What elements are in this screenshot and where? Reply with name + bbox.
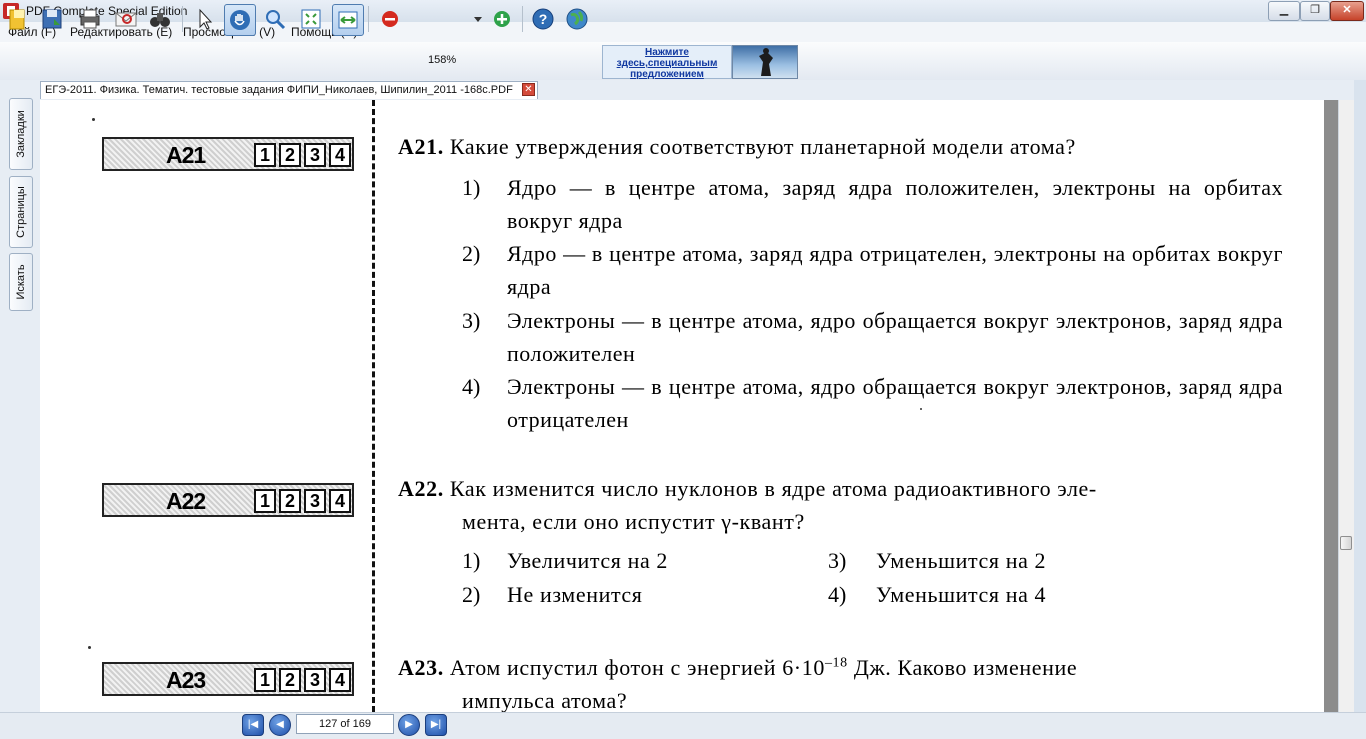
hand-icon[interactable] (224, 4, 256, 36)
window-edge (1354, 80, 1366, 712)
option-text: Ядро — в центре атома, заряд ядра отрица… (507, 241, 1283, 299)
cut-line (372, 100, 375, 712)
answer-cell: 1 (254, 143, 276, 167)
option-text: Уменьшится на 2 (876, 548, 1047, 573)
tab-search-label: Искать (15, 264, 27, 300)
answer-cell: 2 (279, 668, 301, 692)
email-icon[interactable] (112, 5, 140, 33)
answer-cell: 3 (304, 668, 326, 692)
answer-cell: 1 (254, 489, 276, 513)
answer-cell: 4 (329, 668, 351, 692)
toolbar-separator (368, 6, 369, 32)
answer-box-label: A23 (166, 667, 206, 693)
maximize-button[interactable]: ❐ (1300, 1, 1330, 21)
zoom-out-icon[interactable] (376, 5, 404, 33)
minimize-button[interactable]: ▁ (1268, 1, 1300, 21)
question-a21: A21. Какие утверждения соответствуют пла… (398, 134, 1076, 160)
promo-line: здесь,специальным (616, 58, 718, 69)
zoom-in-icon[interactable] (488, 5, 516, 33)
page-number-input[interactable]: 127 of 169 (296, 714, 394, 734)
pdf-page: A21 1 2 3 4 A22 1 2 3 4 A23 1 2 3 4 A21.… (40, 100, 1324, 712)
toolbar-separator (182, 6, 183, 32)
question-a22: A22. Как изменится число нуклонов в ядре… (398, 476, 1097, 502)
promo-banner-link[interactable]: Нажмите здесь,специальным предложением (602, 45, 732, 80)
answer-cell: 1 (254, 668, 276, 692)
answer-box-a23: A23 1 2 3 4 (102, 662, 354, 696)
find-icon[interactable] (146, 5, 174, 33)
answer-cell: 3 (304, 143, 326, 167)
question-number: A21. (398, 134, 444, 159)
document-tab-label: ЕГЭ-2011. Физика. Тематич. тестовые зада… (45, 84, 513, 96)
option-number: 1) (462, 548, 481, 573)
answer-box-label: A21 (166, 142, 206, 168)
save-icon[interactable] (38, 5, 66, 33)
close-button[interactable]: ✕ (1330, 1, 1364, 21)
svg-text:?: ? (539, 11, 548, 27)
globe-icon[interactable] (563, 5, 591, 33)
document-tab[interactable]: ЕГЭ-2011. Физика. Тематич. тестовые зада… (40, 81, 538, 99)
option-number: 2) (462, 241, 481, 266)
toolbar-separator (522, 6, 523, 32)
option-number: 4) (828, 582, 847, 607)
tab-pages[interactable]: Страницы (9, 176, 33, 248)
exponent: –18 (824, 655, 848, 671)
question-text-continued: мента, если оно испустит γ-квант? (462, 509, 805, 534)
question-text: Дж. Каково изменение (847, 655, 1078, 680)
option-text: Электроны — в центре атома, ядро обращае… (507, 374, 1283, 432)
tab-bookmarks[interactable]: Закладки (9, 98, 33, 170)
print-icon[interactable] (76, 5, 104, 33)
tab-search[interactable]: Искать (9, 253, 33, 311)
scan-speck (92, 118, 95, 121)
select-icon[interactable] (190, 5, 218, 33)
scan-speck (88, 646, 91, 649)
promo-line: Нажмите (645, 47, 689, 58)
status-bar (0, 712, 1366, 739)
question-text: Атом испустил фотон с энергией 6·10 (449, 655, 825, 680)
help-icon[interactable]: ? (529, 5, 557, 33)
answer-box-a21: A21 1 2 3 4 (102, 137, 354, 171)
previous-page-icon[interactable]: ◀ (269, 714, 291, 736)
fit-page-icon[interactable] (297, 5, 325, 33)
tab-bookmarks-label: Закладки (15, 110, 27, 158)
option-text: Электроны — в центре атома, ядро обращае… (507, 308, 1283, 366)
answer-cell: 2 (279, 489, 301, 513)
option-text: Уменьшится на 4 (876, 582, 1047, 607)
tab-pages-label: Страницы (15, 186, 27, 238)
question-text: Как изменится число нуклонов в ядре атом… (449, 476, 1097, 501)
question-text: Какие утверждения соответствуют планетар… (449, 134, 1076, 159)
open-icon[interactable] (4, 5, 32, 33)
answer-cell: 4 (329, 489, 351, 513)
close-tab-icon[interactable]: ✕ (522, 83, 535, 96)
next-page-icon[interactable]: ▶ (398, 714, 420, 736)
promo-image[interactable] (732, 45, 798, 79)
option-number: 4) (462, 374, 481, 399)
option-text: Увеличится на 2 (507, 548, 669, 573)
answer-cell: 4 (329, 143, 351, 167)
document-viewport[interactable]: A21 1 2 3 4 A22 1 2 3 4 A23 1 2 3 4 A21.… (40, 100, 1364, 712)
option-number: 2) (462, 582, 481, 607)
question-a23: A23. Атом испустил фотон с энергией 6·10… (398, 655, 1077, 681)
promo-line: предложением (630, 69, 704, 80)
answer-cell: 3 (304, 489, 326, 513)
fit-width-icon[interactable] (332, 4, 364, 36)
option-number: 3) (462, 308, 481, 333)
zoom-level[interactable]: 158% (428, 54, 456, 66)
vertical-scrollbar[interactable] (1338, 100, 1355, 712)
first-page-icon[interactable]: |◀ (242, 714, 264, 736)
option-text: Не изменится (507, 582, 643, 607)
answer-box-label: A22 (166, 488, 206, 514)
question-number: A23. (398, 655, 444, 680)
zoom-icon[interactable] (261, 5, 289, 33)
option-number: 1) (462, 175, 481, 200)
scrollbar-thumb[interactable] (1340, 536, 1352, 550)
zoom-dropdown-chevron-down-icon[interactable] (470, 5, 486, 33)
answer-box-a22: A22 1 2 3 4 (102, 483, 354, 517)
question-number: A22. (398, 476, 444, 501)
option-number: 3) (828, 548, 847, 573)
question-text-continued: импульса атома? (462, 688, 628, 712)
last-page-icon[interactable]: ▶| (425, 714, 447, 736)
answer-cell: 2 (279, 143, 301, 167)
option-text: Ядро — в центре атома, заряд ядра положи… (507, 175, 1283, 233)
